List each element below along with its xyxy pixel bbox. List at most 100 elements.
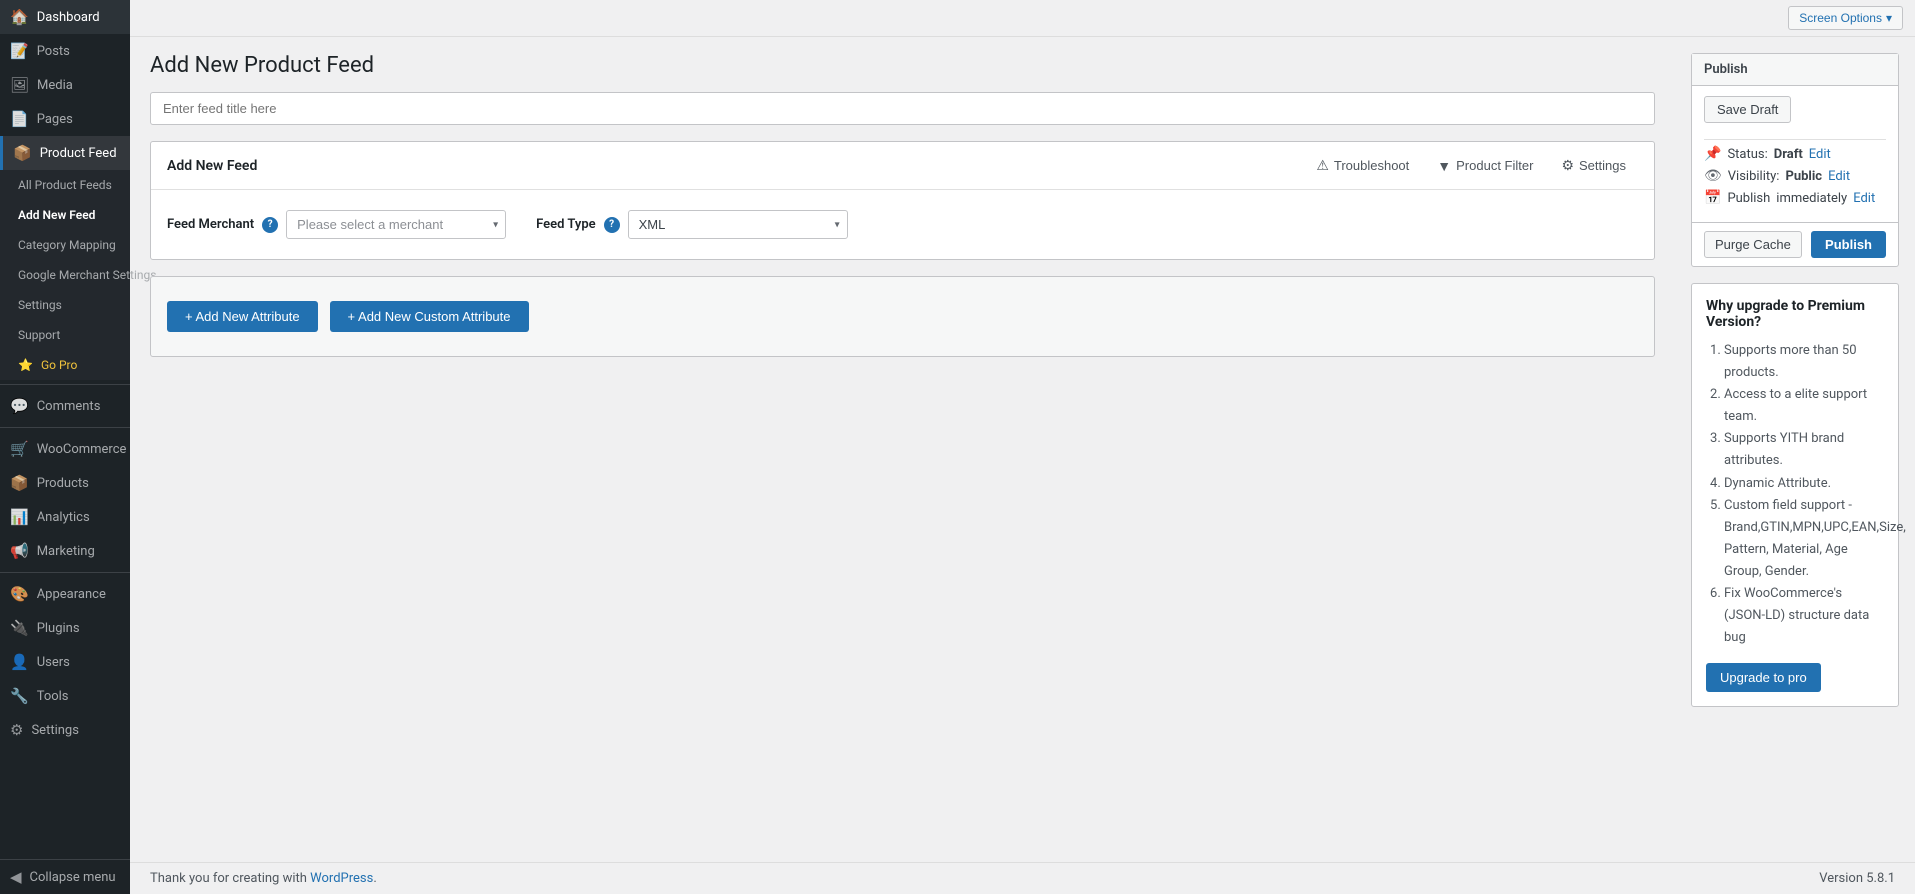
add-new-feed-label: Add New Feed <box>18 208 95 222</box>
feed-type-help-icon[interactable]: ? <box>604 217 620 233</box>
sidebar-item-plugins[interactable]: 🔌 Plugins <box>0 611 130 645</box>
publish-button[interactable]: Publish <box>1811 231 1886 258</box>
status-icon: 📌 <box>1704 146 1721 162</box>
publish-box: Publish Save Draft 📌 Status: Draft Edit … <box>1691 53 1899 267</box>
analytics-icon: 📊 <box>10 508 29 526</box>
publish-label: Publish <box>1727 191 1770 206</box>
sidebar-item-add-new-feed[interactable]: Add New Feed <box>0 200 130 230</box>
product-feed-icon: 📦 <box>13 144 32 162</box>
status-label: Status: <box>1727 147 1767 162</box>
filter-icon: ▼ <box>1437 158 1451 174</box>
add-new-attribute-button[interactable]: + Add New Attribute <box>167 301 318 332</box>
sidebar-item-tools[interactable]: 🔧 Tools <box>0 679 130 713</box>
visibility-edit-link[interactable]: Edit <box>1828 169 1850 184</box>
sidebar-item-label: Appearance <box>37 587 106 602</box>
feed-panel-title: Add New Feed <box>167 158 257 174</box>
purge-cache-button[interactable]: Purge Cache <box>1704 231 1802 258</box>
sidebar-item-analytics[interactable]: 📊 Analytics <box>0 500 130 534</box>
sidebar-item-appearance[interactable]: 🎨 Appearance <box>0 577 130 611</box>
version-text: Version 5.8.1 <box>1819 871 1895 886</box>
attributes-panel: + Add New Attribute + Add New Custom Att… <box>150 276 1655 357</box>
page-title: Add New Product Feed <box>150 53 1655 78</box>
settings-sub-label: Settings <box>18 298 62 312</box>
pages-icon: 📄 <box>10 110 29 128</box>
premium-list-item: Supports more than 50 products. <box>1724 340 1884 384</box>
sidebar-item-media[interactable]: 🖼 Media <box>0 68 130 102</box>
sidebar-item-label: Analytics <box>37 510 90 525</box>
sidebar-item-label: Tools <box>37 689 69 704</box>
screen-options-label: Screen Options <box>1799 11 1882 25</box>
sidebar-item-google-merchant[interactable]: Google Merchant Settings <box>0 260 130 290</box>
marketing-icon: 📢 <box>10 542 29 560</box>
add-custom-attr-label: + Add New Custom Attribute <box>348 309 511 324</box>
sidebar-item-support[interactable]: Support <box>0 320 130 350</box>
sidebar-item-label: Settings <box>31 723 78 738</box>
status-edit-link[interactable]: Edit <box>1809 147 1831 162</box>
sidebar-item-category-mapping[interactable]: Category Mapping <box>0 230 130 260</box>
sidebar-item-woocommerce[interactable]: 🛒 WooCommerce <box>0 432 130 466</box>
sidebar-item-label: Products <box>37 476 89 491</box>
sidebar-item-users[interactable]: 👤 Users <box>0 645 130 679</box>
troubleshoot-label: Troubleshoot <box>1334 158 1409 173</box>
product-filter-button[interactable]: ▼ Product Filter <box>1425 152 1545 179</box>
sidebar-item-label: Product Feed <box>40 146 117 161</box>
publish-visibility-row: 👁 Visibility: Public Edit <box>1704 168 1886 184</box>
sidebar-item-label: WooCommerce <box>37 442 127 457</box>
screen-options-button[interactable]: Screen Options ▾ <box>1788 6 1903 30</box>
sidebar-item-dashboard[interactable]: 🏠 Dashboard <box>0 0 130 34</box>
sidebar-divider-1 <box>0 384 130 385</box>
main-area: Screen Options ▾ Add New Product Feed Ad… <box>130 0 1915 894</box>
sidebar-item-label: Posts <box>37 44 70 59</box>
sidebar-item-label: Pages <box>37 112 73 127</box>
support-label: Support <box>18 328 60 342</box>
settings-icon: ⚙ <box>10 721 23 739</box>
sidebar-item-settings-sub[interactable]: Settings <box>0 290 130 320</box>
save-draft-button[interactable]: Save Draft <box>1704 96 1791 123</box>
sidebar-item-marketing[interactable]: 📢 Marketing <box>0 534 130 568</box>
merchant-select[interactable]: Please select a merchant <box>286 210 506 239</box>
merchant-help-icon[interactable]: ? <box>262 217 278 233</box>
feed-type-select-wrapper: XML CSV TSV JSON ▾ <box>628 210 848 239</box>
premium-list-item: Supports YITH brand attributes. <box>1724 428 1884 472</box>
feed-type-select[interactable]: XML CSV TSV JSON <box>628 210 848 239</box>
sidebar-item-collapse[interactable]: ◀ Collapse menu <box>0 859 130 894</box>
wordpress-link[interactable]: WordPress <box>310 871 373 886</box>
premium-list-item: Fix WooCommerce's (JSON-LD) structure da… <box>1724 583 1884 649</box>
premium-list: Supports more than 50 products. Access t… <box>1706 340 1884 649</box>
sidebar-item-label: Dashboard <box>37 10 100 25</box>
dashboard-icon: 🏠 <box>10 8 29 26</box>
add-new-custom-attribute-button[interactable]: + Add New Custom Attribute <box>330 301 529 332</box>
sidebar-item-label: Media <box>37 78 73 93</box>
sidebar-item-posts[interactable]: 📝 Posts <box>0 34 130 68</box>
sidebar-item-pages[interactable]: 📄 Pages <box>0 102 130 136</box>
publish-status-row: 📌 Status: Draft Edit <box>1704 146 1886 162</box>
sidebar-item-label: Plugins <box>37 621 80 636</box>
sidebar-item-products[interactable]: 📦 Products <box>0 466 130 500</box>
go-pro-label: Go Pro <box>41 358 77 372</box>
upgrade-to-pro-button[interactable]: Upgrade to pro <box>1706 663 1821 692</box>
settings-action-label: Settings <box>1579 158 1626 173</box>
troubleshoot-button[interactable]: ⚠ Troubleshoot <box>1304 152 1421 179</box>
status-value: Draft <box>1774 147 1803 162</box>
settings-action-button[interactable]: ⚙ Settings <box>1549 152 1638 179</box>
footer: Thank you for creating with WordPress. V… <box>130 862 1915 894</box>
sidebar-item-go-pro[interactable]: ⭐ Go Pro <box>0 350 130 380</box>
publish-box-body: Save Draft 📌 Status: Draft Edit 👁 Visibi… <box>1692 86 1898 222</box>
publish-edit-link[interactable]: Edit <box>1853 191 1875 206</box>
publish-footer: Purge Cache Publish <box>1692 222 1898 266</box>
sidebar-item-comments[interactable]: 💬 Comments <box>0 389 130 423</box>
premium-title: Why upgrade to Premium Version? <box>1706 298 1884 330</box>
comments-icon: 💬 <box>10 397 29 415</box>
sidebar-item-product-feed[interactable]: 📦 Product Feed <box>0 136 130 170</box>
star-icon: ⭐ <box>18 358 33 372</box>
main-column: Add New Product Feed Add New Feed ⚠ Trou… <box>130 37 1675 862</box>
premium-list-item: Dynamic Attribute. <box>1724 473 1884 495</box>
posts-icon: 📝 <box>10 42 29 60</box>
feed-panel-header: Add New Feed ⚠ Troubleshoot ▼ Product Fi… <box>151 142 1654 190</box>
feed-title-input[interactable] <box>150 92 1655 125</box>
feed-type-field-group: Feed Type ? XML CSV TSV JSON ▾ <box>536 210 848 239</box>
sidebar-item-all-feeds[interactable]: All Product Feeds <box>0 170 130 200</box>
sidebar-item-settings[interactable]: ⚙ Settings <box>0 713 130 747</box>
merchant-field-label: Feed Merchant <box>167 217 254 232</box>
plugins-icon: 🔌 <box>10 619 29 637</box>
